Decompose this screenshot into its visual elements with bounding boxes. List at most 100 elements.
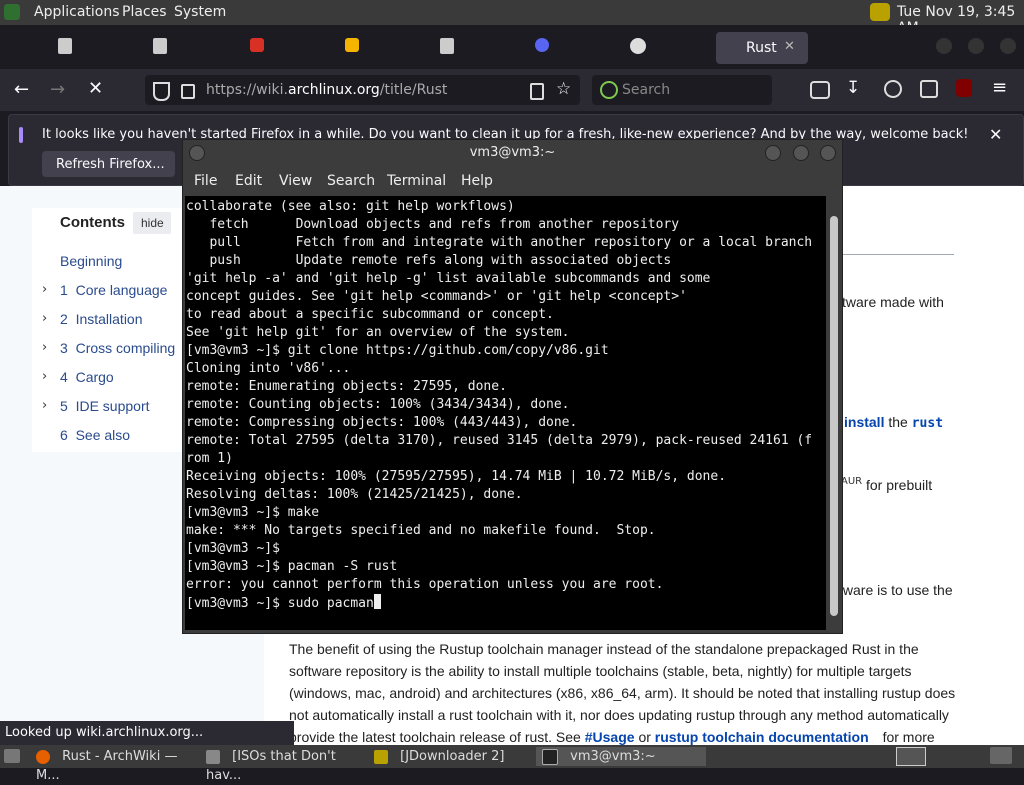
system-menu[interactable]: System [174, 4, 226, 20]
terminal-menu-file[interactable]: File [194, 173, 217, 189]
terminal-scrollbar[interactable] [828, 196, 840, 630]
bookmark-star-icon[interactable]: ☆ [556, 79, 571, 99]
toc-item-beginning[interactable]: Beginning [60, 253, 122, 269]
close-window-icon[interactable] [1000, 38, 1016, 54]
terminal-scrollbar-thumb[interactable] [830, 216, 838, 616]
rust-package-link[interactable]: rust [912, 416, 943, 431]
toc-label: See also [75, 427, 131, 443]
terminal-maximize-icon[interactable] [793, 145, 809, 161]
terminal-close-icon[interactable] [820, 145, 836, 161]
toc-hide-button[interactable]: hide [133, 212, 171, 234]
workspace-switcher-icon[interactable] [896, 747, 926, 766]
firefox-icon [36, 749, 50, 764]
taskbar-item-isos[interactable]: [ISOs that Don't hav... [206, 747, 366, 783]
tab-favicon-drive[interactable] [345, 38, 359, 52]
tab-close-icon[interactable]: ✕ [784, 39, 795, 54]
notification-close-icon[interactable]: ✕ [989, 125, 1002, 144]
install-link[interactable]: install [844, 414, 884, 430]
tab-favicon-github[interactable] [630, 38, 646, 54]
terminal-output: collaborate (see also: git help workflow… [185, 196, 826, 613]
search-engine-icon[interactable] [600, 81, 618, 99]
show-desktop-icon[interactable] [4, 749, 20, 763]
chevron-right-icon[interactable]: › [42, 282, 47, 297]
tracking-shield-icon[interactable] [153, 82, 170, 101]
applications-menu[interactable]: Applications [34, 4, 120, 20]
toc-item-core-language[interactable]: 1 Core language [60, 282, 167, 298]
toc-num: 2 [60, 311, 68, 327]
terminal-menu-terminal[interactable]: Terminal [387, 173, 446, 189]
paragraph-line: (windows, mac, android) and architecture… [289, 685, 956, 701]
search-bar[interactable]: Search [592, 75, 772, 105]
frag-install-link[interactable]: install the rust [844, 414, 943, 431]
ublock-icon[interactable] [956, 79, 972, 97]
taskbar-item-jdownloader[interactable]: [JDownloader 2] [374, 747, 526, 766]
terminal-menu-edit[interactable]: Edit [235, 173, 262, 189]
usage-link[interactable]: #Usage [585, 729, 635, 745]
hamburger-menu-icon[interactable]: ≡ [992, 77, 1007, 98]
frag-software-made-with: tware made with [842, 294, 944, 310]
toc-item-installation[interactable]: 2 Installation [60, 311, 143, 327]
chevron-right-icon[interactable]: › [42, 369, 47, 384]
terminal-line: remote: Compressing objects: 100% (443/4… [186, 415, 578, 430]
toc-item-ide-support[interactable]: 5 IDE support [60, 398, 150, 414]
puzzle-extensions-icon[interactable] [920, 80, 938, 98]
back-arrow-icon[interactable]: ← [14, 79, 29, 100]
chevron-right-icon[interactable]: › [42, 398, 47, 413]
tab-rust-active[interactable]: Rust ✕ [716, 32, 808, 64]
terminal-icon [542, 748, 558, 765]
terminal-menu-help[interactable]: Help [461, 173, 493, 189]
update-notifier-icon[interactable] [870, 3, 890, 21]
status-text: Looked up wiki.archlinux.org... [5, 725, 204, 740]
taskbar-item-terminal[interactable]: vm3@vm3:~ [536, 747, 706, 766]
forward-arrow-icon[interactable]: → [50, 79, 65, 100]
lock-icon[interactable] [181, 84, 195, 99]
terminal-line: pull Fetch from and integrate with anoth… [186, 235, 813, 250]
gnome-foot-icon[interactable] [4, 4, 20, 20]
extensions-save-icon[interactable] [810, 81, 830, 99]
terminal-line: Cloning into 'v86'... [186, 361, 351, 376]
reader-view-icon[interactable] [530, 83, 544, 100]
chevron-right-icon[interactable]: › [42, 311, 47, 326]
stop-loading-icon[interactable]: ✕ [88, 78, 103, 99]
terminal-line: push Update remote refs along with assoc… [186, 253, 672, 268]
terminal-line: [vm3@vm3 ~]$ sudo pacman [186, 594, 826, 613]
terminal-line: [vm3@vm3 ~]$ make [186, 505, 320, 520]
terminal-titlebar[interactable]: vm3@vm3:~ [183, 140, 842, 166]
maximize-icon[interactable] [968, 38, 984, 54]
aur-superscript[interactable]: AUR [841, 476, 862, 487]
taskbar-label: [ISOs that Don't hav... [206, 749, 336, 783]
rustup-docs-link[interactable]: rustup toolchain documentation [655, 729, 869, 745]
terminal-minimize-icon[interactable] [765, 145, 781, 161]
terminal-screen[interactable]: collaborate (see also: git help workflow… [185, 196, 826, 630]
terminal-menu-search[interactable]: Search [327, 173, 375, 189]
info-icon [19, 127, 23, 143]
toc-item-cargo[interactable]: 4 Cargo [60, 369, 114, 385]
tab-favicon-archwiki-3[interactable] [440, 38, 454, 54]
places-menu[interactable]: Places [122, 4, 167, 20]
taskbar-item-firefox[interactable]: Rust - ArchWiki — M... [36, 747, 198, 783]
terminal-window[interactable]: vm3@vm3:~ File Edit View Search Terminal… [182, 139, 843, 634]
url-bar[interactable]: https://wiki.archlinux.org/title/Rust ☆ [145, 75, 580, 105]
terminal-line: error: you cannot perform this operation… [186, 577, 664, 592]
trash-icon[interactable] [990, 747, 1012, 764]
account-icon[interactable] [884, 80, 902, 98]
url-text[interactable]: https://wiki.archlinux.org/title/Rust [206, 82, 447, 98]
url-path: /title/Rust [379, 82, 448, 98]
terminal-menu-button-icon[interactable] [189, 145, 205, 161]
tab-favicon-archwiki-2[interactable] [153, 38, 167, 54]
toc-label: Installation [75, 311, 143, 327]
tab-favicon-discord[interactable] [535, 38, 549, 52]
toc-item-see-also[interactable]: 6 See also [60, 427, 130, 443]
refresh-firefox-button[interactable]: Refresh Firefox... [42, 151, 175, 177]
toc-item-cross-compiling[interactable]: 3 Cross compiling [60, 340, 175, 356]
download-icon[interactable]: ↧ [846, 78, 860, 98]
terminal-menu-view[interactable]: View [279, 173, 312, 189]
toc-num: 4 [60, 369, 68, 385]
tab-favicon-archwiki[interactable] [58, 38, 72, 54]
for-more: for more [882, 729, 935, 745]
chevron-right-icon[interactable]: › [42, 340, 47, 355]
minimize-icon[interactable] [936, 38, 952, 54]
terminal-line: See 'git help git' for an overview of th… [186, 325, 570, 340]
tab-favicon-gmail[interactable] [250, 38, 264, 52]
search-input-placeholder[interactable]: Search [622, 82, 670, 98]
